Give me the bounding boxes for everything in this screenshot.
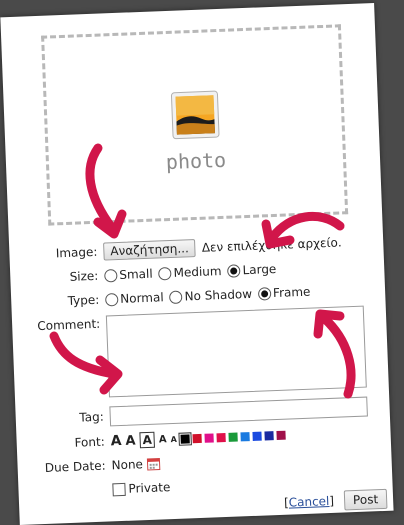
photo-placeholder-text: photo	[165, 147, 227, 175]
post-form-card: photo Image: Αναζήτηση... Δεν επιλέχθηκε…	[0, 2, 394, 525]
photo-icon	[170, 90, 220, 140]
font-size-m-button[interactable]: A	[139, 431, 156, 449]
font-size-l-button[interactable]: A	[125, 433, 136, 448]
size-label: Size:	[69, 268, 99, 284]
font-color-swatch[interactable]	[192, 433, 202, 444]
size-small-option[interactable]: Small	[104, 267, 153, 283]
font-color-swatch[interactable]	[240, 432, 250, 442]
type-normal-radio[interactable]	[105, 293, 119, 307]
tag-input[interactable]	[109, 396, 368, 427]
photo-dropzone[interactable]: photo	[41, 24, 349, 226]
post-button[interactable]: Post	[343, 488, 388, 511]
calendar-icon[interactable]	[147, 456, 162, 471]
private-label: Private	[128, 480, 171, 496]
size-large-option[interactable]: Large	[227, 262, 277, 278]
font-label: Font:	[74, 434, 105, 450]
font-color-swatch[interactable]	[264, 431, 274, 441]
font-size-xs-button[interactable]: A	[170, 434, 177, 443]
font-color-swatch[interactable]	[204, 433, 214, 443]
type-noshadow-radio[interactable]	[169, 290, 183, 305]
comment-label: Comment:	[37, 316, 101, 334]
comment-textarea[interactable]	[105, 305, 367, 398]
size-large-radio[interactable]	[227, 264, 241, 278]
size-small-radio[interactable]	[104, 269, 118, 283]
type-frame-radio[interactable]	[257, 287, 272, 301]
private-checkbox[interactable]	[112, 482, 126, 496]
font-color-swatch[interactable]	[178, 432, 193, 446]
type-noshadow-option[interactable]: No Shadow	[169, 287, 252, 305]
due-date-label: Due Date:	[44, 458, 106, 475]
cancel-link[interactable]: Cancel	[288, 494, 329, 510]
size-medium-option[interactable]: Medium	[158, 264, 222, 281]
image-label: Image:	[55, 244, 98, 261]
font-color-swatches	[178, 428, 289, 446]
font-size-s-button[interactable]: A	[159, 434, 167, 445]
font-color-swatch[interactable]	[252, 431, 262, 441]
type-normal-option[interactable]: Normal	[105, 290, 164, 307]
no-file-text: Δεν επιλέχθηκε αρχείο.	[201, 235, 342, 255]
font-size-xl-button[interactable]: A	[110, 433, 121, 449]
type-label: Type:	[67, 292, 100, 308]
browse-button[interactable]: Αναζήτηση...	[103, 239, 197, 261]
size-medium-radio[interactable]	[158, 266, 172, 281]
cancel-bracket-close: ]	[329, 493, 335, 509]
type-frame-option[interactable]: Frame	[257, 285, 311, 301]
font-color-swatch[interactable]	[276, 430, 286, 441]
due-date-value: None	[111, 457, 144, 473]
tag-label: Tag:	[79, 409, 105, 425]
font-color-swatch[interactable]	[228, 432, 238, 442]
font-color-swatch[interactable]	[216, 432, 226, 443]
